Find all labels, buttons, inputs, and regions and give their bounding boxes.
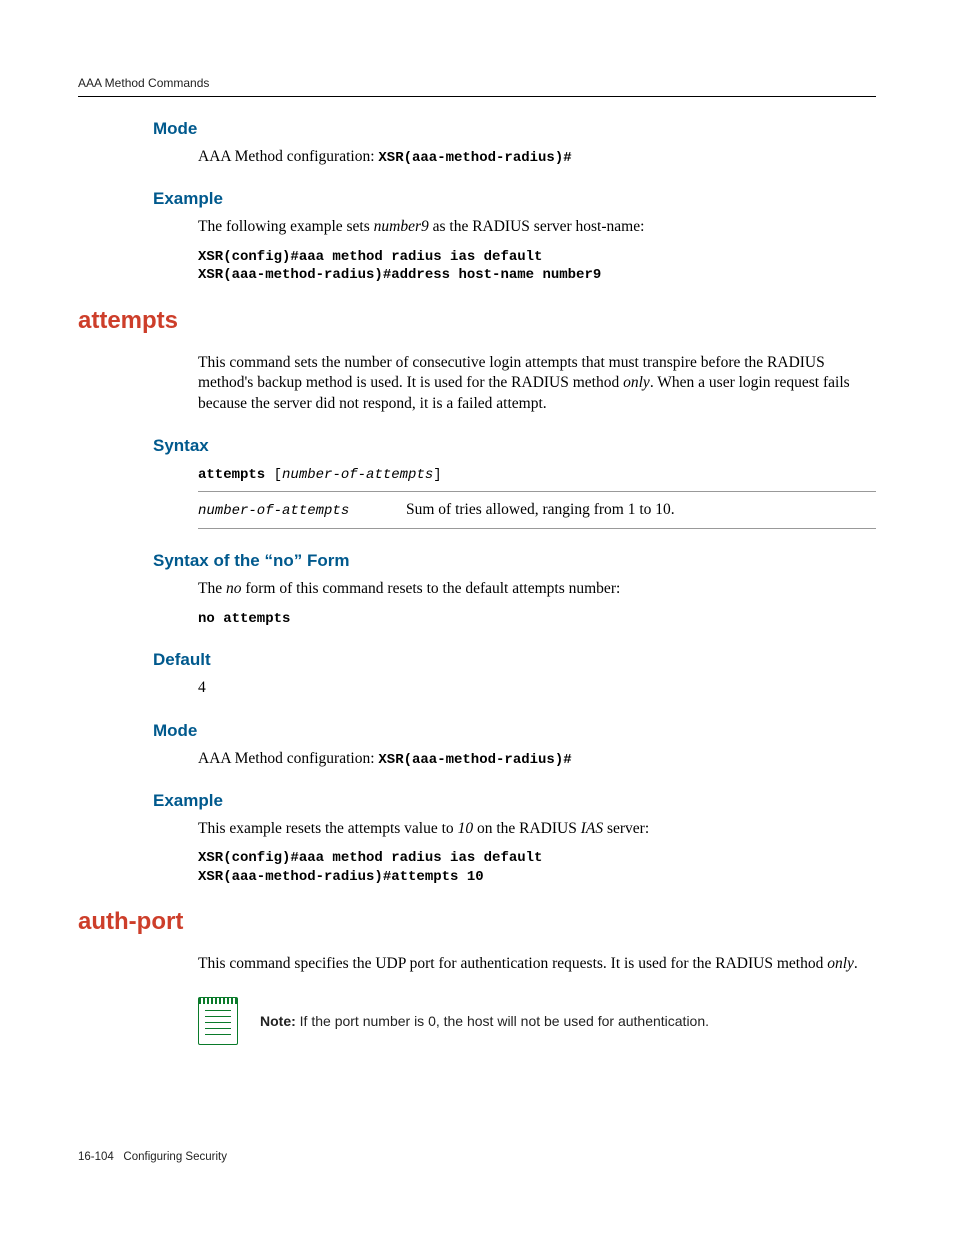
text: . (854, 955, 858, 972)
heading-mode: Mode (153, 119, 876, 139)
text: If the port number is 0, the host will n… (296, 1013, 709, 1029)
text-italic: only (827, 955, 854, 972)
noform-body: The no form of this command resets to th… (198, 579, 876, 628)
syntax-param: number-of-attempts (282, 467, 433, 483)
text-italic: no (226, 580, 242, 597)
note-label: Note: (260, 1013, 296, 1029)
header-rule (78, 96, 876, 97)
heading-example-2: Example (153, 791, 876, 811)
text: The (198, 580, 226, 597)
mode-body: AAA Method configuration: XSR(aaa-method… (198, 147, 876, 167)
note-box: Note: If the port number is 0, the host … (198, 997, 876, 1045)
text: on the RADIUS (473, 820, 581, 837)
text-italic: 10 (458, 820, 474, 837)
param-desc: Sum of tries allowed, ranging from 1 to … (406, 491, 876, 528)
heading-syntax: Syntax (153, 436, 876, 456)
param-name: number-of-attempts (198, 503, 349, 519)
heading-mode-2: Mode (153, 721, 876, 741)
footer-section: Configuring Security (123, 1151, 227, 1163)
example-body: The following example sets number9 as th… (198, 217, 876, 284)
syntax-body: attempts [number-of-attempts] number-of-… (198, 464, 876, 529)
authport-desc: This command specifies the UDP port for … (198, 954, 876, 974)
heading-default: Default (153, 650, 876, 670)
notepad-icon (198, 997, 238, 1045)
syntax-bracket: [ (274, 467, 282, 483)
code-line: XSR(config)#aaa method radius ias defaul… (198, 248, 876, 266)
mode-text: AAA Method configuration: (198, 750, 378, 767)
mode-prompt: XSR(aaa-method-radius)# (378, 752, 571, 768)
text: as the RADIUS server host-name: (429, 218, 645, 235)
page-footer: 16-104 Configuring Security (78, 1151, 227, 1163)
note-text: Note: If the port number is 0, the host … (260, 1013, 709, 1029)
running-header: AAA Method Commands (78, 76, 876, 96)
text: This command specifies the UDP port for … (198, 955, 827, 972)
table-row: number-of-attempts Sum of tries allowed,… (198, 491, 876, 528)
text: The following example sets (198, 218, 374, 235)
code-line: XSR(config)#aaa method radius ias defaul… (198, 849, 876, 867)
text-italic: number9 (374, 218, 429, 235)
heading-example: Example (153, 189, 876, 209)
heading-attempts: attempts (78, 307, 876, 335)
heading-auth-port: auth-port (78, 908, 876, 936)
text: server: (603, 820, 649, 837)
mode-body-2: AAA Method configuration: XSR(aaa-method… (198, 749, 876, 769)
page-number: 16-104 (78, 1151, 114, 1163)
code-line: XSR(aaa-method-radius)#attempts 10 (198, 868, 876, 886)
syntax-bracket: ] (433, 467, 441, 483)
mode-prompt: XSR(aaa-method-radius)# (378, 150, 571, 166)
syntax-cmd: attempts (198, 467, 274, 483)
syntax-table: number-of-attempts Sum of tries allowed,… (198, 491, 876, 529)
text: form of this command resets to the defau… (241, 580, 620, 597)
code-line: no attempts (198, 610, 876, 628)
text: This example resets the attempts value t… (198, 820, 458, 837)
default-value: 4 (198, 678, 876, 698)
heading-no-form: Syntax of the “no” Form (153, 551, 876, 571)
code-line: XSR(aaa-method-radius)#address host-name… (198, 266, 876, 284)
text-italic: only (623, 374, 650, 391)
attempts-desc: This command sets the number of consecut… (198, 353, 876, 414)
example-body-2: This example resets the attempts value t… (198, 819, 876, 886)
text-italic: IAS (581, 820, 603, 837)
mode-text: AAA Method configuration: (198, 148, 378, 165)
